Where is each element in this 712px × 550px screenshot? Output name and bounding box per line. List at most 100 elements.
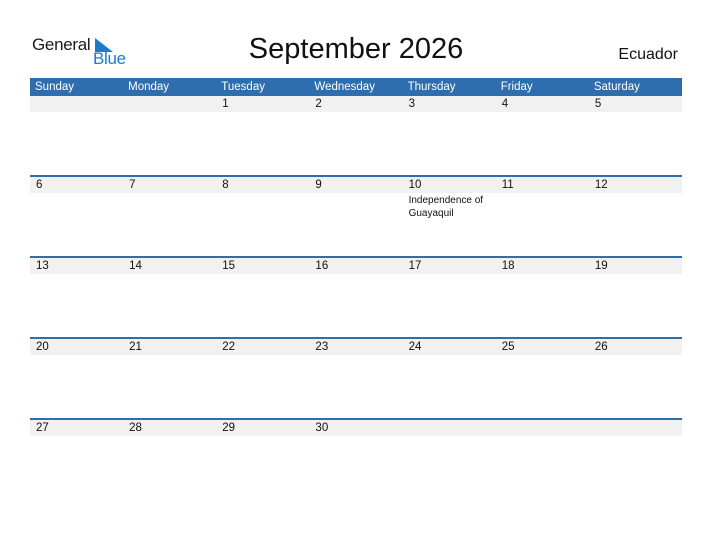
calendar-title: September 2026 — [248, 33, 464, 65]
day-cell — [30, 193, 123, 220]
event-slot — [216, 193, 302, 194]
event-slot — [403, 436, 489, 437]
event-slot — [496, 436, 582, 437]
event-slot — [589, 355, 675, 356]
day-number: 7 — [129, 179, 136, 191]
event-slot — [30, 193, 116, 194]
day-cell — [589, 112, 682, 113]
event-slot — [309, 112, 395, 113]
day-number: 30 — [315, 422, 329, 434]
day-number: 5 — [594, 98, 602, 110]
day-cell — [496, 436, 589, 437]
day-cells: Independence of Guayaquil — [30, 193, 682, 220]
day-cell — [309, 436, 402, 437]
event-slot — [123, 112, 209, 113]
day-number: 4 — [501, 98, 509, 110]
holiday-event: Independence of Guayaquil — [408, 195, 484, 219]
day-number: 1 — [222, 98, 229, 110]
event-slot — [309, 193, 395, 194]
day-cell — [589, 274, 682, 275]
day-cell — [30, 355, 123, 356]
day-cell — [216, 193, 309, 220]
day-cell — [496, 355, 589, 356]
day-number: 18 — [501, 260, 515, 272]
event-slot — [309, 355, 395, 356]
event-slot — [496, 193, 582, 194]
day-cell — [309, 355, 402, 356]
day-cell — [309, 193, 402, 220]
week-row: 13 14 15 16 17 18 19 — [30, 256, 682, 339]
day-cell — [216, 436, 309, 437]
day-cells — [30, 274, 682, 275]
event-slot — [403, 355, 489, 356]
day-number — [589, 420, 682, 436]
day-cell — [123, 274, 216, 275]
day-number: 13 — [36, 260, 49, 272]
day-cells — [30, 436, 682, 437]
day-number: 17 — [408, 260, 422, 272]
event-slot — [216, 355, 302, 356]
day-cell — [123, 436, 216, 437]
day-number-bar: 6 7 8 9 10 11 12 — [30, 177, 682, 193]
event-slot — [403, 112, 489, 113]
day-number: 25 — [501, 341, 515, 353]
country-label: Ecuador — [618, 46, 678, 63]
day-number: 21 — [129, 341, 142, 353]
event-slot — [30, 436, 116, 437]
day-number: 20 — [36, 341, 49, 353]
event-slot — [589, 436, 675, 437]
day-number: 23 — [315, 341, 329, 353]
event-slot — [123, 355, 209, 356]
event-slot — [123, 274, 209, 275]
weekday-monday: Monday — [128, 81, 170, 93]
day-cells — [30, 112, 682, 113]
day-cell — [403, 355, 496, 356]
day-number — [123, 96, 216, 112]
day-number: 10 — [408, 179, 422, 191]
event-slot — [30, 274, 116, 275]
event-slot — [496, 112, 582, 113]
day-number — [30, 96, 123, 112]
day-number: 28 — [129, 422, 142, 434]
day-number: 14 — [129, 260, 142, 272]
week-row: 27 28 29 30 — [30, 418, 682, 501]
day-number — [403, 420, 496, 436]
day-number: 19 — [594, 260, 608, 272]
day-cell — [589, 193, 682, 220]
day-number: 9 — [315, 179, 322, 191]
event-slot — [496, 355, 582, 356]
event-slot — [309, 436, 395, 437]
day-cell — [496, 274, 589, 275]
day-number-bar: 27 28 29 30 — [30, 420, 682, 436]
weekday-saturday: Saturday — [593, 81, 640, 93]
weekday-header: Sunday Monday Tuesday Wednesday Thursday… — [30, 78, 682, 96]
day-cell — [30, 112, 123, 113]
weekday-tuesday: Tuesday — [221, 81, 265, 93]
day-number-bar: 20 21 22 23 24 25 26 — [30, 339, 682, 355]
weekday-sunday: Sunday — [35, 81, 75, 93]
day-cell — [216, 112, 309, 113]
day-number-bar: 13 14 15 16 17 18 19 — [30, 258, 682, 274]
day-number: 6 — [36, 179, 43, 191]
day-number: 24 — [408, 341, 422, 353]
event-slot — [589, 193, 675, 194]
event-slot — [589, 274, 675, 275]
day-number: 27 — [36, 422, 49, 434]
day-number: 26 — [594, 341, 608, 353]
event-slot — [403, 274, 489, 275]
event-slot — [216, 436, 302, 437]
day-cell — [589, 436, 682, 437]
event-slot — [309, 274, 395, 275]
event-slot — [123, 193, 209, 194]
event-slot — [589, 112, 675, 113]
day-cell — [309, 274, 402, 275]
day-cell — [496, 193, 589, 220]
day-cell — [30, 274, 123, 275]
day-cell — [123, 112, 216, 113]
weekday-friday: Friday — [500, 81, 533, 93]
day-cell — [123, 193, 216, 220]
day-cell — [30, 436, 123, 437]
day-number — [496, 420, 589, 436]
day-number-bar: 1 2 3 4 5 — [30, 96, 682, 112]
day-number: 3 — [408, 98, 415, 110]
